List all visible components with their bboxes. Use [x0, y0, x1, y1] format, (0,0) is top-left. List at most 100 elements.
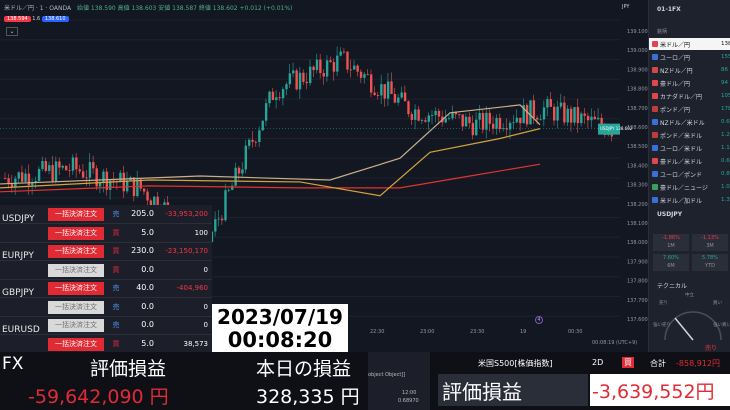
watchlist-value: 1.28 — [721, 132, 730, 138]
flag-icon — [652, 197, 658, 203]
candle-body — [339, 51, 342, 56]
candle-body — [559, 102, 563, 107]
watchlist-row[interactable]: 米ドル／加ドル 1.31 — [649, 194, 730, 206]
watchlist-title[interactable]: 01-1FX — [657, 6, 681, 13]
candle-body — [400, 92, 403, 98]
flag-icon — [652, 67, 658, 73]
candle-body — [383, 84, 386, 99]
collapse-icon[interactable]: ⌄ — [6, 27, 18, 36]
watchlist-row[interactable]: NZドル／米ドル 0.62 — [649, 116, 730, 128]
bulk-close-button[interactable]: 一括決済注文 — [48, 337, 104, 351]
sell-price[interactable]: 138.594 — [4, 16, 31, 22]
price-tick-label: 138.700 — [627, 106, 648, 112]
candle-body — [488, 112, 491, 124]
chart-header: 米ドル／円 · 1 · OANDA 始値 138.590 高値 138.603 … — [4, 3, 296, 15]
watchlist-row[interactable]: ユーロ／円 155 — [649, 51, 730, 63]
candle-body — [349, 69, 353, 71]
candle-body — [359, 71, 363, 78]
performance-value: 7.60% — [663, 255, 679, 261]
watchlist-col-header: 銘柄 — [657, 29, 668, 35]
event-marker-icon[interactable]: 4 — [535, 316, 543, 324]
watchlist-row[interactable]: NZドル／円 86 — [649, 64, 730, 76]
sp-side: 買 — [622, 357, 634, 368]
clock-panel: 2023/07/19 00:08:20 — [212, 304, 348, 352]
candle-body — [366, 74, 369, 75]
detail-symbol[interactable]: USDJPY — [657, 211, 682, 218]
bulk-close-button[interactable]: 一括決済注文 — [48, 300, 104, 314]
candle-body — [580, 113, 583, 124]
bulk-close-button[interactable]: 一括決済注文 — [48, 282, 104, 295]
watchlist-row[interactable]: 豪ドル／円 94 — [649, 77, 730, 89]
candle-body — [51, 165, 54, 182]
candle-body — [556, 106, 559, 121]
candle-body — [546, 99, 549, 108]
watchlist-row[interactable]: ポンド／円 178 — [649, 103, 730, 115]
order-side: 買 — [112, 228, 120, 237]
candle-body — [298, 72, 302, 90]
ohlc-readout: 始値 138.590 高値 138.603 安値 138.587 終値 138.… — [77, 5, 293, 12]
candle-body — [478, 113, 481, 120]
performance-cell: -1.13% 3M — [692, 234, 728, 251]
candle-body — [525, 104, 529, 125]
watchlist-row[interactable]: カナダドル／円 105 — [649, 90, 730, 102]
symbol-title[interactable]: 米ドル／円 · 1 · OANDA — [4, 5, 71, 12]
bulk-close-button[interactable]: 一括決済注文 — [48, 245, 104, 258]
watchlist-symbol: NZドル／円 — [660, 67, 693, 75]
candle-body — [278, 97, 281, 99]
sp-pl-label: 評価損益 — [442, 380, 522, 404]
watchlist-row[interactable]: ユーロ／米ドル 1.12 — [649, 142, 730, 154]
candle-body — [251, 139, 254, 142]
candle-body — [126, 180, 129, 192]
candle-body — [92, 162, 95, 169]
candle-body — [315, 59, 319, 71]
fx-label: FX — [2, 354, 24, 374]
order-pl: 100 — [194, 228, 208, 237]
candle-body — [122, 172, 125, 192]
watchlist-value: 105 — [721, 93, 730, 99]
bulk-close-button[interactable]: 一括決済注文 — [48, 263, 104, 277]
watchlist-row[interactable]: 豪ドル／ニュージ 1.09 — [649, 181, 730, 193]
candle-body — [329, 60, 332, 63]
candle-body — [434, 110, 437, 116]
candle-body — [380, 84, 383, 96]
candle-body — [258, 130, 261, 142]
performance-label: 1M — [667, 243, 675, 249]
watchlist-row[interactable]: 米ドル／円 138 — [649, 38, 730, 50]
order-row: 一括決済注文売 0.0 0 — [0, 298, 212, 317]
sp500-label[interactable]: 米国S500[株価指数] — [478, 358, 553, 369]
candle-body — [54, 161, 58, 182]
candle-body — [237, 167, 241, 174]
watchlist-row[interactable]: ユーロ／ポンド 0.87 — [649, 168, 730, 180]
watchlist-row[interactable]: ポンド／米ドル 1.28 — [649, 129, 730, 141]
candle-body — [515, 117, 519, 123]
today-value: 328,335 円 — [256, 386, 360, 408]
watchlist-symbol: ユーロ／ポンド — [660, 171, 703, 179]
clock-time: 00:08:20 — [227, 328, 333, 352]
candle-body — [271, 91, 275, 100]
order-pair: GBPJPY — [2, 288, 34, 298]
performance-cell: -1.86% 1M — [653, 234, 689, 251]
order-qty: 230.0 — [131, 246, 154, 255]
candle-body — [461, 114, 464, 127]
watchlist-row[interactable]: 豪ドル／米ドル 0.68 — [649, 155, 730, 167]
bulk-close-button[interactable]: 一括決済注文 — [48, 226, 104, 240]
candle-body — [27, 173, 31, 186]
candle-body — [248, 139, 251, 146]
candle-body — [458, 114, 461, 116]
candle-body — [95, 168, 98, 187]
candle-body — [68, 170, 71, 172]
candle-body — [319, 59, 322, 73]
bulk-close-button[interactable]: 一括決済注文 — [48, 319, 104, 332]
time-tick-label: 19 — [520, 329, 526, 335]
performance-value: -1.86% — [662, 235, 680, 241]
candle-body — [410, 114, 414, 120]
flag-icon — [652, 41, 658, 47]
price-tick-label: 139.000 — [627, 48, 648, 54]
watchlist-symbol: 豪ドル／ニュージ — [660, 184, 708, 192]
buy-price[interactable]: 138.610 — [41, 16, 69, 22]
order-side: 買 — [112, 339, 120, 348]
price-tick-label: 138.800 — [627, 87, 648, 93]
candle-body — [217, 218, 220, 220]
bulk-close-button[interactable]: 一括決済注文 — [48, 208, 104, 221]
candle-body — [370, 74, 373, 93]
